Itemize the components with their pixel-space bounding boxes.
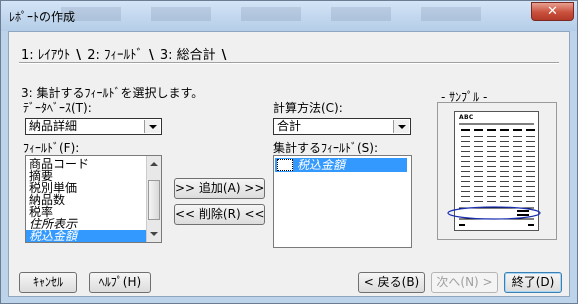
tab-fields[interactable]: 2: ﾌｨｰﾙﾄﾞ [87,48,143,63]
tab-separator: \ [148,48,154,63]
list-item-selected[interactable]: 税込金額 [26,230,147,242]
add-button[interactable]: >> 追加(A) >> [174,178,265,199]
fields-scrollbar[interactable] [146,156,161,242]
title-bar[interactable]: ﾚﾎﾟｰﾄの作成 ✕ [1,1,577,31]
database-select[interactable]: 納品詳細 [25,118,162,135]
cancel-button[interactable]: ｷｬﾝｾﾙ [19,272,77,293]
calc-method-select[interactable]: 合計 [273,118,411,135]
chevron-down-icon[interactable] [144,120,160,133]
database-select-value: 納品詳細 [29,119,78,133]
wizard-steps: 1: ﾚｲｱｳﾄ \ 2: ﾌｨｰﾙﾄﾞ \ 3: 総合計 \ [21,44,228,63]
summary-fields-label: 集計するﾌｨｰﾙﾄﾞ(S): [273,141,379,155]
back-button[interactable]: < 戻る(B) [358,272,425,293]
tab-layout[interactable]: 1: ﾚｲｱｳﾄ [21,48,70,63]
close-icon: ✕ [547,4,558,19]
sample-preview: ABC [437,102,557,240]
background-window-ghost [61,7,481,21]
tab-separator: \ [76,48,82,63]
fields-list: 商品コード 摘要 税別単価 納品数 税率 住所表示 税込金額 [26,158,147,242]
tab-grand-total[interactable]: 3: 総合計 [160,48,216,63]
calc-method-label: 計算方法(C): [273,101,343,115]
chevron-down-icon[interactable] [393,120,409,133]
tab-divider [19,62,559,64]
list-item-selected[interactable]: 税込金額 [275,158,407,172]
close-button[interactable]: ✕ [531,2,574,21]
finish-button[interactable]: 終了(D) [504,272,562,293]
scroll-thumb[interactable] [148,180,160,220]
fields-label: ﾌｨｰﾙﾄﾞ(F): [23,141,80,155]
scroll-up-arrow-icon[interactable] [148,158,160,170]
scroll-down-arrow-icon[interactable] [148,228,160,240]
highlight-oval [447,206,541,220]
summary-fields-listbox[interactable]: 税込金額 [273,155,412,248]
wizard-body: 1: ﾚｲｱｳﾄ \ 2: ﾌｨｰﾙﾄﾞ \ 3: 総合計 \ 3: 集計するﾌｨｰﾙ… [8,31,570,297]
fields-listbox[interactable]: 商品コード 摘要 税別単価 納品数 税率 住所表示 税込金額 [25,155,162,243]
tab-separator: \ [221,48,227,63]
summary-field-label: 税込金額 [297,158,346,172]
window-title: ﾚﾎﾟｰﾄの作成 [9,10,76,24]
remove-button[interactable]: << 削除(R) << [174,204,265,225]
calc-method-select-value: 合計 [277,119,302,133]
sum-field-icon [277,159,293,171]
database-label: ﾃﾞｰﾀﾍﾞｰｽ(T): [23,101,92,115]
next-button[interactable]: 次へ(N) > [431,272,498,293]
report-wizard-window: ﾚﾎﾟｰﾄの作成 ✕ 1: ﾚｲｱｳﾄ \ 2: ﾌｨｰﾙﾄﾞ \ 3: 総合計 \ … [0,0,578,304]
help-button[interactable]: ﾍﾙﾌﾟ(H) [89,272,151,293]
